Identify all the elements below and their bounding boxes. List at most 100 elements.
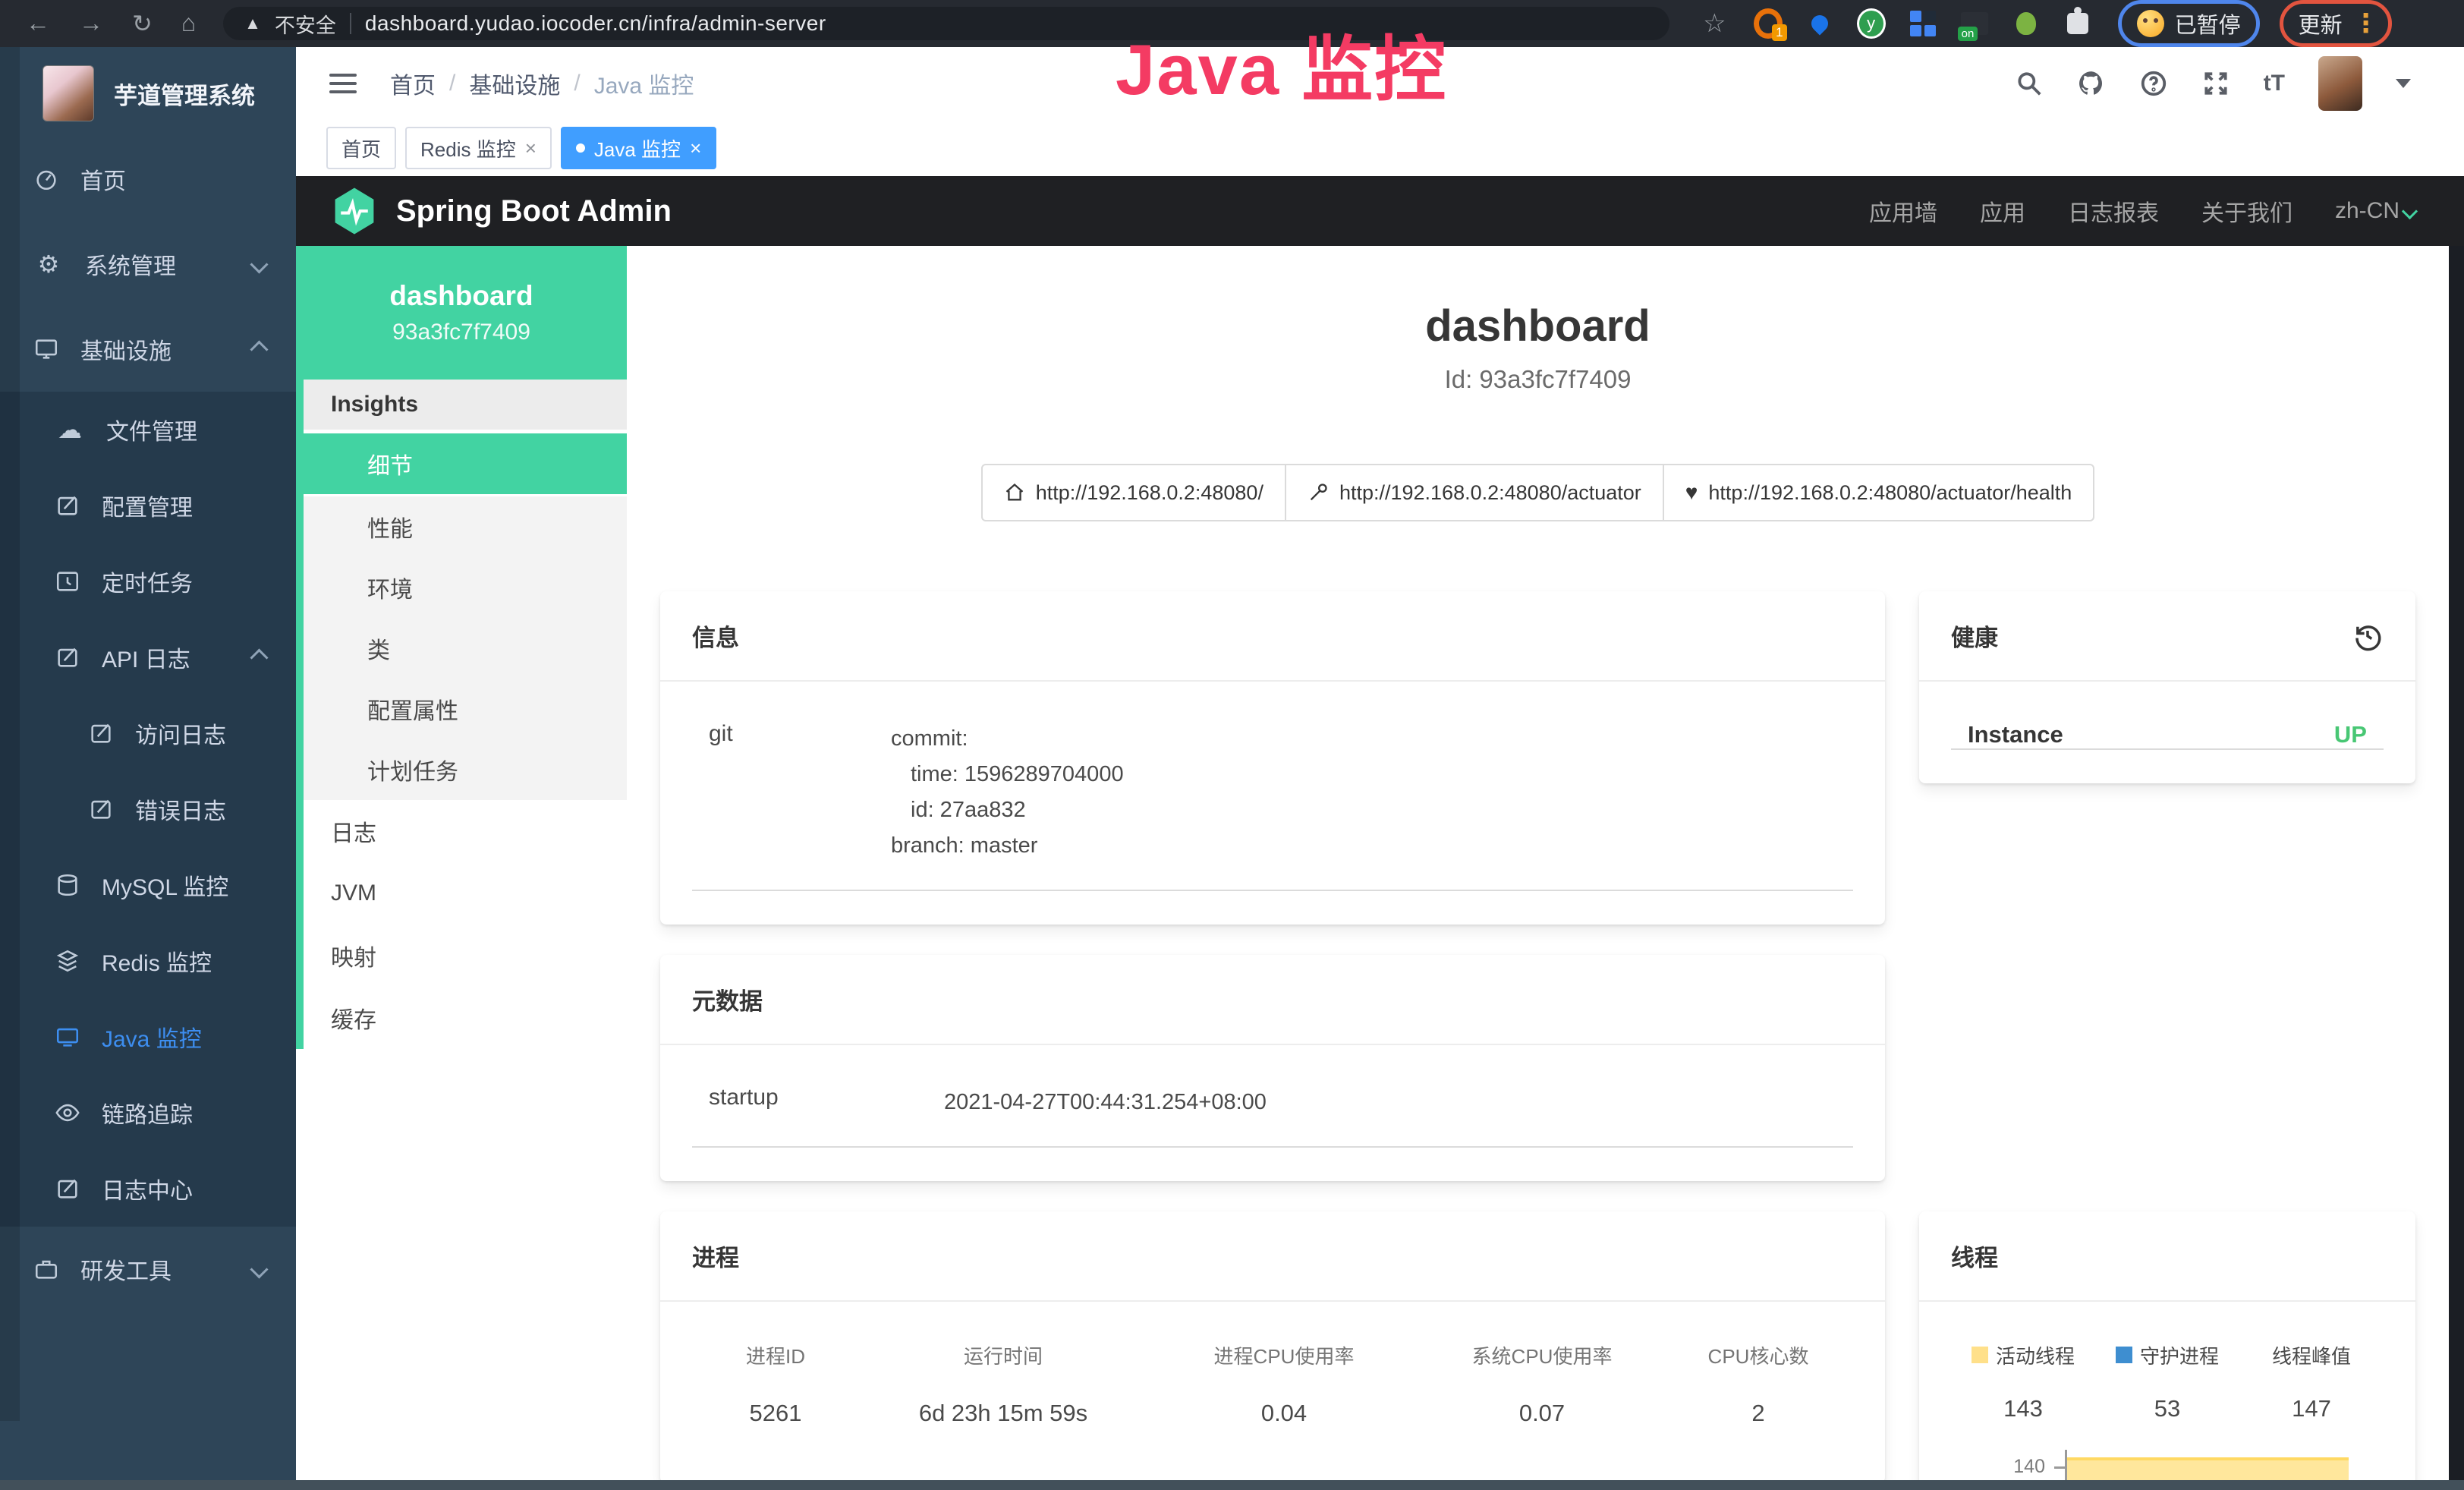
chrome-update-button[interactable]: 更新 ⋮ bbox=[2280, 0, 2392, 47]
sba-item-logs[interactable]: 日志 bbox=[304, 800, 627, 862]
back-icon[interactable]: ← bbox=[26, 9, 50, 38]
avatar-caret-icon[interactable] bbox=[2396, 79, 2411, 88]
health-url-button[interactable]: ♥ http://192.168.0.2:48080/actuator/heal… bbox=[1663, 464, 2095, 521]
close-icon[interactable]: × bbox=[525, 137, 537, 160]
sba-logo[interactable] bbox=[331, 186, 378, 236]
font-size-icon[interactable]: tT bbox=[2264, 71, 2285, 96]
forward-icon[interactable]: → bbox=[79, 9, 103, 38]
card-title: 健康 bbox=[1951, 619, 1998, 653]
close-icon[interactable]: × bbox=[690, 137, 701, 160]
process-table: 进程ID 运行时间 进程CPU使用率 系统CPU使用率 CPU核心数 5261 … bbox=[692, 1328, 1853, 1450]
sba-nav-about[interactable]: 关于我们 bbox=[2201, 194, 2292, 228]
sba-item-caches[interactable]: 缓存 bbox=[304, 987, 627, 1049]
extension-icon-green-y[interactable]: y bbox=[1857, 9, 1886, 38]
sba-item-metrics[interactable]: 性能 bbox=[304, 496, 627, 557]
card-title: 元数据 bbox=[692, 982, 763, 1016]
fullscreen-icon[interactable] bbox=[2201, 69, 2230, 98]
devtools-section: 研发工具 bbox=[0, 1227, 296, 1312]
sba-item-mappings[interactable]: 映射 bbox=[304, 925, 627, 987]
search-icon[interactable] bbox=[2015, 69, 2044, 98]
kebab-menu-icon[interactable]: ⋮ bbox=[2353, 11, 2379, 36]
address-bar[interactable]: ▲ 不安全 dashboard.yudao.iocoder.cn/infra/a… bbox=[223, 7, 1669, 40]
tab-label: Java 监控 bbox=[594, 134, 681, 162]
extension-icon-leaf[interactable] bbox=[2012, 9, 2041, 38]
sidebar-item-redis-monitor[interactable]: Redis 监控 bbox=[0, 923, 296, 999]
sidebar-item-system[interactable]: ⚙ 系统管理 bbox=[0, 222, 296, 307]
security-label[interactable]: 不安全 bbox=[275, 9, 336, 39]
bookmark-star-icon[interactable]: ☆ bbox=[1703, 8, 1726, 39]
breadcrumb-home[interactable]: 首页 bbox=[390, 67, 436, 100]
profile-paused-chip[interactable]: 已暂停 bbox=[2118, 0, 2260, 47]
instance-name: dashboard bbox=[389, 280, 533, 312]
sidebar-item-log-center[interactable]: 日志中心 bbox=[0, 1151, 296, 1227]
breadcrumb-separator: / bbox=[449, 71, 455, 96]
service-url-button[interactable]: http://192.168.0.2:48080/ bbox=[981, 464, 1286, 521]
sidebar-item-access-logs[interactable]: 访问日志 bbox=[0, 695, 296, 771]
extension-icon-grid[interactable] bbox=[1909, 9, 1937, 38]
github-icon[interactable] bbox=[2077, 69, 2106, 98]
edit-icon bbox=[55, 644, 80, 670]
chevron-down-icon bbox=[250, 255, 268, 273]
sidebar-item-java-monitor[interactable]: Java 监控 bbox=[0, 999, 296, 1075]
sba-item-jvm[interactable]: JVM bbox=[304, 862, 627, 925]
sba-brand-title[interactable]: Spring Boot Admin bbox=[396, 194, 672, 228]
sidebar-item-home[interactable]: 首页 bbox=[0, 137, 296, 222]
health-card: 健康 Instance UP bbox=[1919, 591, 2415, 783]
sidebar-item-tracing[interactable]: 链路追踪 bbox=[0, 1075, 296, 1151]
sidebar-item-devtools[interactable]: 研发工具 bbox=[0, 1227, 296, 1312]
sba-nav-applications[interactable]: 应用 bbox=[1980, 194, 2025, 228]
sidebar-item-scheduled-jobs[interactable]: 定时任务 bbox=[0, 543, 296, 619]
sidebar-item-file-manage[interactable]: ☁ 文件管理 bbox=[0, 392, 296, 468]
system-cpu: 0.07 bbox=[1519, 1400, 1565, 1427]
extension-icon-pin[interactable] bbox=[1805, 9, 1834, 38]
metadata-key: startup bbox=[692, 1085, 944, 1120]
tab-home[interactable]: 首页 bbox=[326, 127, 396, 169]
app-logo-row[interactable]: 芋道管理系统 bbox=[0, 47, 296, 137]
tab-label: Redis 监控 bbox=[420, 134, 516, 162]
live-threads-value: 143 bbox=[2003, 1395, 2043, 1422]
cards-grid: 信息 git commit: time: 1596289704000 id: 2… bbox=[660, 591, 2415, 1490]
breadcrumb-infra[interactable]: 基础设施 bbox=[469, 67, 560, 100]
help-icon[interactable] bbox=[2139, 69, 2168, 98]
extension-icon-puzzle[interactable] bbox=[2063, 9, 2092, 38]
url-text[interactable]: dashboard.yudao.iocoder.cn/infra/admin-s… bbox=[365, 11, 826, 36]
layers-icon bbox=[55, 948, 80, 974]
sba-item-scheduled-tasks[interactable]: 计划任务 bbox=[304, 739, 627, 800]
dashboard-gauge-icon bbox=[33, 166, 59, 192]
git-time-line: time: 1596289704000 bbox=[891, 757, 1853, 792]
tab-java-monitor[interactable]: Java 监控 × bbox=[561, 127, 716, 169]
user-avatar[interactable] bbox=[2318, 56, 2362, 111]
app-title: 芋道管理系统 bbox=[114, 77, 255, 111]
actuator-url-button[interactable]: http://192.168.0.2:48080/actuator bbox=[1285, 464, 1664, 521]
sba-nav-wallboard[interactable]: 应用墙 bbox=[1869, 194, 1937, 228]
sba-item-environment[interactable]: 环境 bbox=[304, 557, 627, 618]
home-icon[interactable]: ⌂ bbox=[181, 9, 196, 38]
reload-icon[interactable]: ↻ bbox=[132, 9, 153, 38]
sba-item-details[interactable]: 细节 bbox=[304, 433, 627, 494]
sidebar-item-mysql-monitor[interactable]: MySQL 监控 bbox=[0, 847, 296, 923]
sba-nav-journal[interactable]: 日志报表 bbox=[2068, 194, 2159, 228]
extension-icon-orange[interactable]: 1 bbox=[1754, 9, 1783, 38]
info-key: git bbox=[692, 721, 891, 864]
tab-redis-monitor[interactable]: Redis 监控 × bbox=[405, 127, 552, 169]
page-scrollbar[interactable] bbox=[2449, 246, 2464, 1490]
sba-item-classes[interactable]: 类 bbox=[304, 618, 627, 679]
sidebar-item-label: 配置管理 bbox=[102, 489, 193, 522]
hamburger-icon[interactable] bbox=[329, 74, 357, 93]
sidebar-item-api-logs[interactable]: API 日志 bbox=[0, 619, 296, 695]
sidebar-item-config-manage[interactable]: 配置管理 bbox=[0, 468, 296, 543]
legend-label: 线程峰值 bbox=[2272, 1341, 2351, 1369]
sidebar-item-infra[interactable]: 基础设施 bbox=[0, 307, 296, 392]
daemon-threads-value: 53 bbox=[2154, 1395, 2180, 1422]
sba-locale-select[interactable]: zh-CN bbox=[2335, 198, 2415, 224]
sba-item-config-props[interactable]: 配置属性 bbox=[304, 679, 627, 739]
actuator-url: http://192.168.0.2:48080/actuator bbox=[1339, 481, 1641, 505]
extension-icon-on[interactable]: on bbox=[1960, 9, 1989, 38]
sidebar-item-error-logs[interactable]: 错误日志 bbox=[0, 771, 296, 847]
sba-instance-header[interactable]: dashboard 93a3fc7f7409 bbox=[296, 246, 627, 380]
sidebar-item-label: 日志中心 bbox=[102, 1172, 193, 1205]
app-sidebar: 芋道管理系统 首页 ⚙ 系统管理 基础设施 ☁ 文件管理 配置管理 bbox=[0, 47, 296, 1490]
chevron-up-icon bbox=[250, 648, 268, 666]
history-icon[interactable] bbox=[2352, 620, 2384, 652]
wrench-icon bbox=[1308, 482, 1329, 503]
